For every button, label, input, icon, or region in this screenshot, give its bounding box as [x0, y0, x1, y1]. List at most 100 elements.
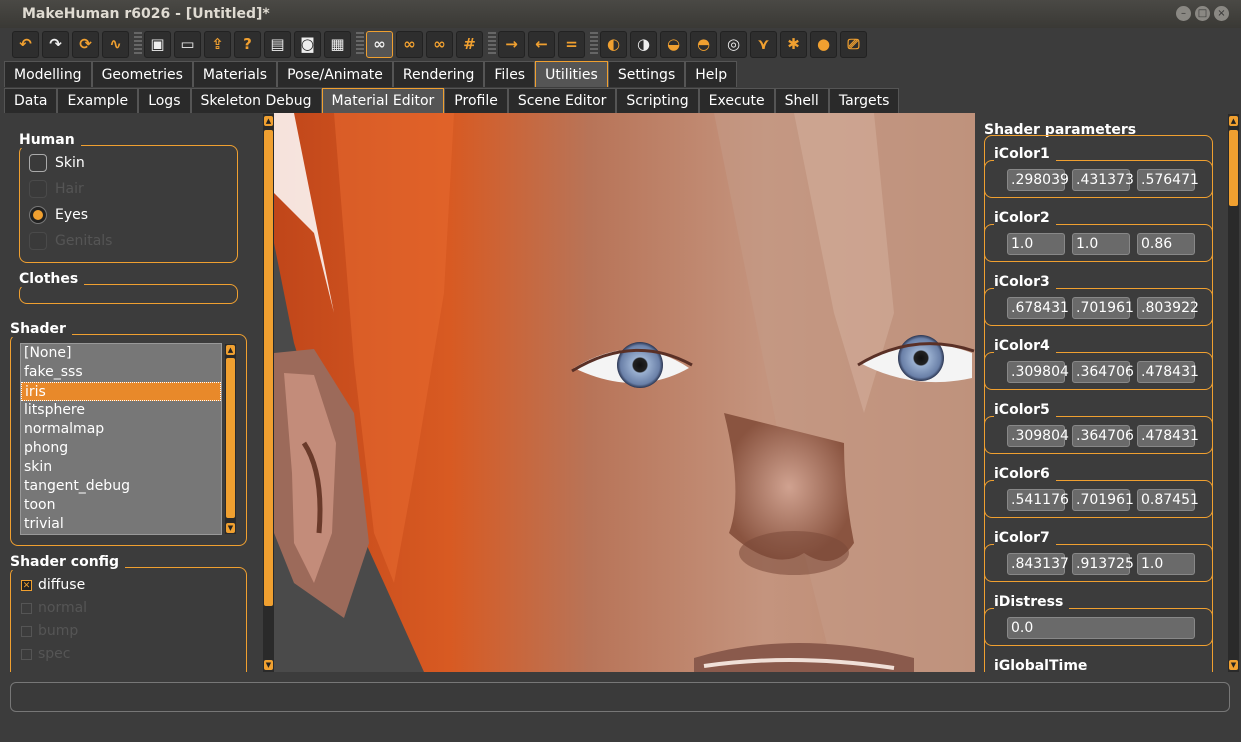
param-value-field[interactable]: .701961 — [1072, 297, 1134, 319]
radio-skin[interactable]: Skin — [29, 154, 85, 172]
tab-geometries[interactable]: Geometries — [91, 61, 193, 87]
checkbox-diffuse[interactable]: ✕ diffuse — [21, 577, 85, 593]
param-value-field[interactable]: .803922 — [1137, 297, 1199, 319]
param-value-field[interactable]: .298039 — [1007, 169, 1069, 191]
scroll-up-icon[interactable]: ▲ — [226, 345, 235, 355]
radio-eyes[interactable]: Eyes — [29, 206, 88, 224]
glasses1-icon[interactable]: ∞ — [396, 30, 423, 58]
load-icon[interactable]: ▭ — [174, 30, 201, 58]
undo-icon[interactable]: ↶ — [12, 30, 39, 58]
scroll-up-icon[interactable]: ▲ — [264, 116, 273, 126]
tab-materials[interactable]: Materials — [192, 61, 278, 87]
tab-scripting[interactable]: Scripting — [616, 88, 699, 113]
ear-icon[interactable]: ◎ — [720, 30, 747, 58]
minimize-icon[interactable]: – — [1176, 6, 1191, 21]
tab-scene-editor[interactable]: Scene Editor — [507, 88, 617, 113]
list-item[interactable]: fake_sss — [21, 363, 221, 382]
list-item[interactable]: normalmap — [21, 420, 221, 439]
reset-camera-icon[interactable]: ◓ — [690, 30, 717, 58]
param-value-field[interactable]: .541176 — [1007, 489, 1069, 511]
scroll-thumb[interactable] — [226, 358, 235, 518]
tab-profile[interactable]: Profile — [444, 88, 508, 113]
param-value-field[interactable]: .309804 — [1007, 361, 1069, 383]
bottom-view-icon[interactable]: ◒ — [660, 30, 687, 58]
screenshot-icon[interactable]: ◙ — [294, 30, 321, 58]
param-value-field[interactable]: 1.0 — [1137, 553, 1195, 575]
scroll-up-icon[interactable]: ▲ — [1229, 116, 1238, 126]
tab-help[interactable]: Help — [685, 61, 738, 87]
list-item[interactable]: trivial — [21, 515, 221, 534]
tab-logs[interactable]: Logs — [138, 88, 191, 113]
help-icon[interactable]: ? — [234, 30, 261, 58]
back-view-icon[interactable]: ← — [528, 30, 555, 58]
tab-material-editor[interactable]: Material Editor — [321, 88, 445, 113]
3d-viewport[interactable] — [274, 113, 975, 672]
tab-files[interactable]: Files — [484, 61, 536, 87]
param-value-field[interactable]: .309804 — [1007, 425, 1069, 447]
tab-skeleton-debug[interactable]: Skeleton Debug — [190, 88, 322, 113]
list-item[interactable]: iris — [21, 382, 221, 401]
front-view-icon[interactable]: → — [498, 30, 525, 58]
left-panel-scrollbar[interactable]: ▲ ▼ — [263, 114, 274, 672]
top-view-icon[interactable]: ◑ — [630, 30, 657, 58]
param-value-field[interactable]: 1.0 — [1007, 233, 1065, 255]
list-item[interactable]: toon — [21, 496, 221, 515]
left-view-icon[interactable]: = — [558, 30, 585, 58]
scroll-down-icon[interactable]: ▼ — [226, 523, 235, 533]
right-view-icon[interactable]: ◐ — [600, 30, 627, 58]
param-value-field[interactable]: .364706 — [1072, 361, 1134, 383]
tab-modelling[interactable]: Modelling — [4, 61, 92, 87]
glasses2-icon[interactable]: ∞ — [426, 30, 453, 58]
param-value-field[interactable]: .843137 — [1007, 553, 1069, 575]
tab-data[interactable]: Data — [4, 88, 58, 113]
head-icon[interactable]: ● — [810, 30, 837, 58]
scroll-down-icon[interactable]: ▼ — [1229, 660, 1238, 670]
param-value-field[interactable]: .678431 — [1007, 297, 1069, 319]
arms-icon[interactable]: ⋎ — [750, 30, 777, 58]
save-tgt-icon[interactable]: ▤ — [264, 30, 291, 58]
scroll-thumb[interactable] — [1229, 130, 1238, 206]
param-value-field[interactable]: .576471 — [1137, 169, 1199, 191]
param-value-field[interactable]: 0.0 — [1007, 617, 1195, 639]
tab-example[interactable]: Example — [57, 88, 139, 113]
tab-rendering[interactable]: Rendering — [392, 61, 485, 87]
redo-icon[interactable]: ↷ — [42, 30, 69, 58]
param-value-field[interactable]: 0.87451 — [1137, 489, 1199, 511]
tab-settings[interactable]: Settings — [607, 61, 686, 87]
camera-icon[interactable]: ⎚ — [840, 30, 867, 58]
save-icon[interactable]: ▣ — [144, 30, 171, 58]
list-item[interactable]: phong — [21, 439, 221, 458]
radio-indicator — [29, 154, 47, 172]
param-value-field[interactable]: 0.86 — [1137, 233, 1195, 255]
list-item[interactable]: skin — [21, 458, 221, 477]
tab-utilities[interactable]: Utilities — [535, 61, 608, 87]
maximize-icon[interactable]: □ — [1195, 6, 1210, 21]
right-panel-scrollbar[interactable]: ▲ ▼ — [1228, 114, 1239, 672]
glasses-icon[interactable]: ∞ — [366, 30, 393, 58]
param-value-field[interactable]: .478431 — [1137, 425, 1199, 447]
scroll-thumb[interactable] — [264, 130, 273, 606]
tab-execute[interactable]: Execute — [698, 88, 775, 113]
list-item[interactable]: [None] — [21, 344, 221, 363]
pose-icon[interactable]: ✱ — [780, 30, 807, 58]
tab-targets[interactable]: Targets — [828, 88, 900, 113]
param-value-field[interactable]: .701961 — [1072, 489, 1134, 511]
smooth-icon[interactable]: ∿ — [102, 30, 129, 58]
param-value-field[interactable]: 1.0 — [1072, 233, 1130, 255]
param-value-field[interactable]: .478431 — [1137, 361, 1199, 383]
param-value-field[interactable]: .431373 — [1072, 169, 1134, 191]
scroll-down-icon[interactable]: ▼ — [264, 660, 273, 670]
list-item[interactable]: litsphere — [21, 401, 221, 420]
tab-pose-animate[interactable]: Pose/Animate — [277, 61, 393, 87]
reset-icon[interactable]: ⟳ — [72, 30, 99, 58]
param-value-field[interactable]: .364706 — [1072, 425, 1134, 447]
close-icon[interactable]: × — [1214, 6, 1229, 21]
radio-indicator — [29, 206, 47, 224]
tab-shell[interactable]: Shell — [774, 88, 829, 113]
list-item[interactable]: tangent_debug — [21, 477, 221, 496]
wireframe-icon[interactable]: # — [456, 30, 483, 58]
shader-list-scrollbar[interactable]: ▲ ▼ — [225, 344, 236, 534]
param-value-field[interactable]: .913725 — [1072, 553, 1134, 575]
checker-icon[interactable]: ▦ — [324, 30, 351, 58]
export-icon[interactable]: ⇪ — [204, 30, 231, 58]
